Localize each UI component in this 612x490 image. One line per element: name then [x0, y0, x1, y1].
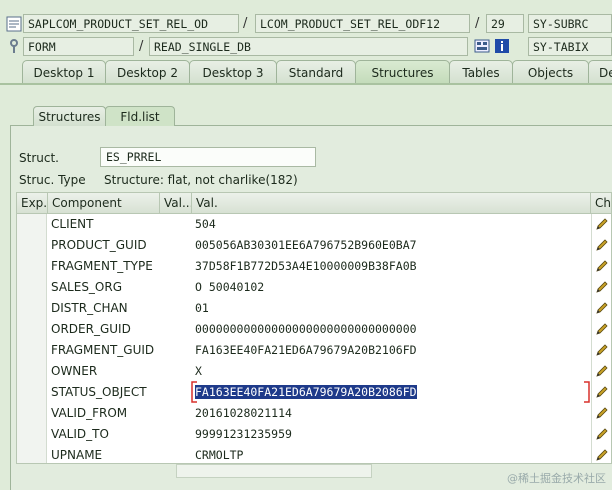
component-cell: VALID_TO: [51, 427, 109, 441]
inner-tab-structures[interactable]: Structures: [33, 106, 106, 126]
struct-type-label: Struc. Type: [19, 173, 86, 187]
struct-label: Struct.: [19, 151, 59, 165]
value-cell[interactable]: 00000000000000000000000000000000: [195, 319, 417, 340]
tab-desktop-1[interactable]: Desktop 1: [22, 60, 106, 84]
overview-icon[interactable]: [474, 38, 490, 54]
table-row[interactable]: PRODUCT_GUID 005056AB30301EE6A796752B960E…: [17, 235, 611, 256]
main-tabstrip: Desktop 1 Desktop 2 Desktop 3 Standard S…: [14, 60, 612, 84]
tab-desktop-3[interactable]: Desktop 3: [189, 60, 277, 84]
include-field[interactable]: LCOM_PRODUCT_SET_REL_ODF12: [255, 14, 470, 33]
value-cell[interactable]: FA163EE40FA21ED6A79679A20B2086FD: [195, 382, 417, 403]
selection-bracket-left: [191, 381, 197, 403]
edit-pencil-icon[interactable]: [595, 322, 609, 336]
table-row[interactable]: FRAGMENT_GUID FA163EE40FA21ED6A79679A20B2…: [17, 340, 611, 361]
edit-pencil-icon[interactable]: [595, 343, 609, 357]
value-cell[interactable]: 99991231235959: [195, 424, 292, 445]
edit-pencil-icon[interactable]: [595, 217, 609, 231]
component-cell: VALID_FROM: [51, 406, 128, 420]
separator-slash: /: [243, 16, 248, 31]
event-type-field[interactable]: FORM: [23, 37, 134, 56]
edit-pencil-icon[interactable]: [595, 385, 609, 399]
component-cell: FRAGMENT_TYPE: [51, 259, 153, 273]
component-cell: UPNAME: [51, 448, 103, 462]
value-cell[interactable]: O 50040102: [195, 277, 264, 298]
tab-structures[interactable]: Structures: [355, 60, 450, 84]
separator-slash: /: [475, 16, 480, 31]
sysvar-tabix-field[interactable]: SY-TABIX: [528, 37, 612, 56]
selected-value-text[interactable]: FA163EE40FA21ED6A79679A20B2086FD: [195, 385, 417, 399]
table-row[interactable]: ORDER_GUID 000000000000000000000000000000…: [17, 319, 611, 340]
struct-type-value: Structure: flat, not charlike(182): [104, 173, 298, 187]
tab-panel-border: [0, 83, 612, 85]
value-cell[interactable]: 005056AB30301EE6A796752B960E0BA7: [195, 235, 417, 256]
col-header-component[interactable]: Component: [48, 193, 160, 214]
value-cell[interactable]: X: [195, 361, 202, 382]
program-field[interactable]: SAPLCOM_PRODUCT_SET_REL_OD: [23, 14, 239, 33]
component-cell: ORDER_GUID: [51, 322, 131, 336]
component-cell: SALES_ORG: [51, 280, 123, 294]
edit-pencil-icon[interactable]: [595, 238, 609, 252]
struct-input[interactable]: ES_PRREL: [100, 147, 316, 167]
value-cell[interactable]: 504: [195, 214, 216, 235]
table-row[interactable]: VALID_TO 99991231235959: [17, 424, 611, 445]
table-row[interactable]: STATUS_OBJECT FA163EE40FA21ED6A79679A20B2…: [17, 382, 611, 403]
tab-desktop-2[interactable]: Desktop 2: [105, 60, 190, 84]
field-list-grid: Exp. Component Val... Val. Ch... CLIENT 5…: [16, 192, 612, 464]
separator-slash: /: [139, 39, 144, 54]
horizontal-scrollbar[interactable]: [176, 464, 372, 478]
table-row[interactable]: SALES_ORG O 50040102: [17, 277, 611, 298]
watermark: @稀土掘金技术社区: [507, 472, 606, 485]
grid-header: Exp. Component Val... Val. Ch...: [17, 193, 611, 214]
tab-tables[interactable]: Tables: [449, 60, 513, 84]
col-header-exp[interactable]: Exp.: [17, 193, 48, 214]
tab-objects[interactable]: Objects: [512, 60, 589, 84]
component-cell: DISTR_CHAN: [51, 301, 128, 315]
value-cell[interactable]: 20161028021114: [195, 403, 292, 424]
component-cell: OWNER: [51, 364, 98, 378]
component-cell: FRAGMENT_GUID: [51, 343, 155, 357]
edit-pencil-icon[interactable]: [595, 259, 609, 273]
info-icon[interactable]: [494, 38, 510, 54]
value-cell[interactable]: FA163EE40FA21ED6A79679A20B2106FD: [195, 340, 417, 361]
edit-pencil-icon[interactable]: [595, 427, 609, 441]
table-row[interactable]: CLIENT 504: [17, 214, 611, 235]
value-cell[interactable]: CRMOLTP: [195, 445, 243, 463]
table-row[interactable]: FRAGMENT_TYPE 37D58F1B772D53A4E10000009B3…: [17, 256, 611, 277]
table-row[interactable]: VALID_FROM 20161028021114: [17, 403, 611, 424]
program-icon: [6, 16, 22, 32]
edit-pencil-icon[interactable]: [595, 406, 609, 420]
tab-standard[interactable]: Standard: [276, 60, 356, 84]
component-cell: CLIENT: [51, 217, 94, 231]
component-cell: PRODUCT_GUID: [51, 238, 147, 252]
table-row[interactable]: OWNER X: [17, 361, 611, 382]
line-number-field[interactable]: 29: [486, 14, 524, 33]
edit-pencil-icon[interactable]: [595, 448, 609, 462]
event-name-field[interactable]: READ_SINGLE_DB: [149, 37, 468, 56]
edit-pencil-icon[interactable]: [595, 280, 609, 294]
sysvar-subrc-field[interactable]: SY-SUBRC: [528, 14, 612, 33]
value-cell[interactable]: 01: [195, 298, 209, 319]
value-cell[interactable]: 37D58F1B772D53A4E10000009B38FA0B: [195, 256, 417, 277]
edit-pencil-icon[interactable]: [595, 301, 609, 315]
tools-icon: [10, 39, 18, 53]
inner-tab-fld-list[interactable]: Fld.list: [105, 106, 175, 126]
col-header-change[interactable]: Ch...: [591, 193, 611, 214]
edit-pencil-icon[interactable]: [595, 364, 609, 378]
selection-bracket-right: [584, 381, 590, 403]
table-row[interactable]: DISTR_CHAN 01: [17, 298, 611, 319]
component-cell: STATUS_OBJECT: [51, 385, 147, 399]
col-header-val-short[interactable]: Val...: [160, 193, 192, 214]
tab-detail[interactable]: Detail: [588, 60, 612, 84]
col-header-val[interactable]: Val.: [192, 193, 591, 214]
table-row[interactable]: UPNAME CRMOLTP: [17, 445, 611, 463]
